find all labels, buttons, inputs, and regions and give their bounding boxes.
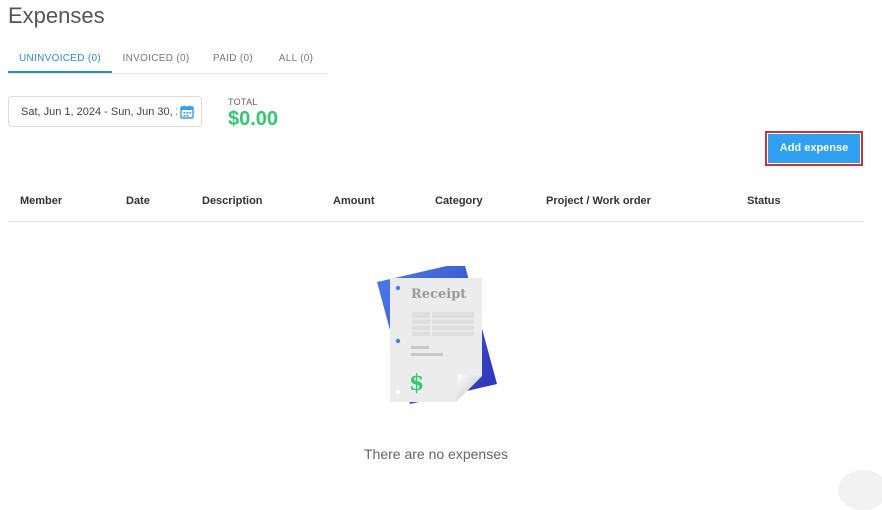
tab-uninvoiced[interactable]: UNINVOICED (0) <box>8 46 112 73</box>
column-header-category[interactable]: Category <box>435 182 483 221</box>
add-expense-label: Add expense <box>768 134 860 163</box>
receipt-title-text: Receipt <box>411 287 466 302</box>
add-expense-button[interactable]: Add expense <box>765 131 863 166</box>
tab-invoiced[interactable]: INVOICED (0) <box>118 46 194 72</box>
column-header-member[interactable]: Member <box>20 182 62 221</box>
column-header-status[interactable]: Status <box>747 182 781 221</box>
date-range-value: Sat, Jun 1, 2024 - Sun, Jun 30, 2024 <box>21 106 177 118</box>
total-label: TOTAL <box>228 97 258 107</box>
calendar-icon[interactable] <box>180 105 194 119</box>
column-header-date[interactable]: Date <box>126 182 150 221</box>
total-value: $0.00 <box>228 108 279 130</box>
page-title: Expenses <box>8 3 105 28</box>
dollar-sign-icon: $ <box>409 370 424 396</box>
date-range-picker[interactable]: Sat, Jun 1, 2024 - Sun, Jun 30, 2024 <box>8 96 202 127</box>
table-header: Member Date Description Amount Category … <box>8 182 864 222</box>
corner-decoration <box>838 470 882 510</box>
tab-paid[interactable]: PAID (0) <box>206 46 260 72</box>
column-header-description[interactable]: Description <box>202 182 263 221</box>
empty-state-message: There are no expenses <box>364 446 508 462</box>
tab-all[interactable]: ALL (0) <box>272 46 320 72</box>
column-header-project[interactable]: Project / Work order <box>546 182 651 221</box>
empty-receipt-illustration: Receipt $ <box>372 262 500 406</box>
column-header-amount[interactable]: Amount <box>333 182 375 221</box>
expense-tabs: UNINVOICED (0) INVOICED (0) PAID (0) ALL… <box>8 46 328 74</box>
